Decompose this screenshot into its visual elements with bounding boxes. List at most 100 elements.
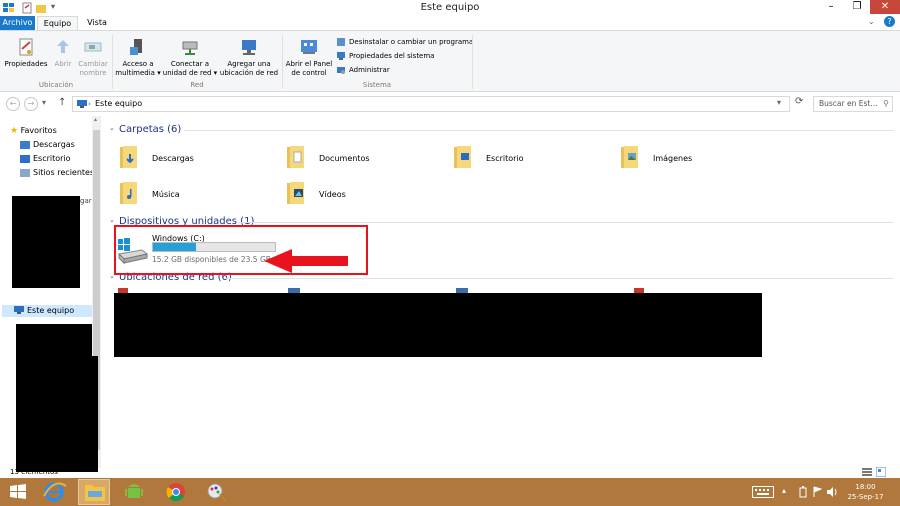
refresh-button[interactable]: ⟳ (795, 96, 803, 107)
folder-label: Documentos (319, 154, 370, 163)
clock[interactable]: 18:00 25-Sep-17 (838, 482, 893, 502)
window-title: Este equipo (420, 2, 480, 13)
file-explorer-taskbar-button[interactable] (78, 479, 110, 505)
internet-explorer-icon[interactable] (40, 480, 68, 504)
maximize-button[interactable]: ❐ (844, 0, 870, 14)
collapse-folders-icon[interactable]: ⌄ (109, 124, 115, 132)
tab-vista[interactable]: Vista (80, 16, 114, 30)
content-pane: ⌄ Carpetas (6) Descargas Documentos Escr… (104, 116, 900, 466)
cambiar-nombre-button[interactable]: Cambiar nombre (76, 37, 110, 78)
propiedades-sistema-button[interactable]: Propiedades del sistema (336, 51, 434, 61)
folder-imagenes[interactable]: Imágenes (619, 144, 779, 174)
propiedades-button[interactable]: Propiedades (4, 37, 48, 69)
paint-icon[interactable] (202, 480, 230, 504)
recent-locations-dropdown[interactable]: ▾ (42, 98, 46, 107)
propiedades-label: Propiedades (4, 60, 48, 68)
rename-icon (84, 42, 102, 52)
ribbon-separator (112, 35, 113, 89)
address-dropdown-icon[interactable]: ▾ (777, 98, 781, 107)
search-input[interactable]: Buscar en Est... ⚲ (813, 96, 893, 112)
up-button[interactable]: ↑ (58, 97, 66, 108)
folder-label: Vídeos (319, 190, 346, 199)
details-view-icon[interactable] (862, 467, 872, 477)
folder-musica[interactable]: Música (118, 180, 278, 210)
start-windows-icon[interactable] (4, 480, 32, 504)
help-icon[interactable]: ? (884, 16, 895, 27)
chrome-icon[interactable] (162, 480, 190, 504)
group-label-ubicacion: Ubicación (38, 81, 74, 89)
close-button[interactable]: ✕ (870, 0, 900, 14)
speaker-icon[interactable] (826, 486, 838, 498)
nav-este-equipo[interactable]: Este equipo (14, 306, 74, 316)
search-icon: ⚲ (883, 99, 889, 108)
android-icon[interactable] (120, 480, 148, 504)
red-arrow (264, 249, 348, 273)
folder-escritorio[interactable]: Escritorio (452, 144, 612, 174)
redacted-block (114, 293, 762, 357)
redacted-block (12, 196, 80, 288)
folder-documentos[interactable]: Documentos (285, 144, 445, 174)
acceso-label-2: multimedia ▾ (115, 69, 161, 77)
agregar-ubicacion-button[interactable]: Agregar una ubicación de red (218, 37, 280, 78)
panel-label-2: de control (291, 69, 327, 77)
folder-descargas[interactable]: Descargas (118, 144, 278, 174)
tab-equipo[interactable]: Equipo (37, 16, 78, 30)
search-placeholder: Buscar en Est... (819, 99, 878, 108)
control-panel-icon (301, 40, 317, 54)
abrir-button[interactable]: Abrir (52, 37, 74, 69)
scroll-up-icon[interactable]: ▴ (94, 116, 97, 123)
propiedades-sistema-label: Propiedades del sistema (349, 52, 435, 60)
breadcrumb-chevron-icon: › (88, 100, 91, 108)
clock-date: 25-Sep-17 (847, 493, 884, 501)
section-divider (224, 278, 894, 279)
flag-icon[interactable] (812, 486, 822, 498)
breadcrumb-este-equipo[interactable]: Este equipo (95, 99, 142, 108)
folder-label: Imágenes (653, 154, 693, 163)
folder-label: Descargas (152, 154, 194, 163)
acceso-multimedia-button[interactable]: Acceso a multimedia ▾ (114, 37, 162, 78)
uninstall-icon (337, 38, 345, 46)
file-explorer-icon (85, 485, 105, 501)
folder-label: Música (152, 190, 180, 199)
address-row: ← → ▾ ↑ › Este equipo ▾ ⟳ Buscar en Est.… (0, 93, 900, 115)
nav-sitios-recientes-label: Sitios recientes (33, 168, 95, 177)
group-label-sistema: Sistema (362, 81, 392, 89)
cambiar-label: Cambiar (78, 60, 108, 68)
documents-folder-icon (287, 146, 304, 168)
media-server-icon (130, 39, 142, 55)
forward-button[interactable]: → (24, 97, 38, 111)
conectar-unidad-button[interactable]: Conectar a unidad de red ▾ (162, 37, 218, 78)
nav-sitios-recientes[interactable]: Sitios recientes (20, 168, 94, 178)
group-label-red: Red (190, 81, 204, 89)
desktop-icon (20, 155, 30, 163)
folder-label: Escritorio (486, 154, 524, 163)
ribbon-separator (472, 35, 473, 89)
keyboard-icon[interactable] (752, 486, 774, 498)
show-hidden-icons-icon[interactable]: ▴ (782, 486, 786, 495)
music-folder-icon (120, 182, 137, 204)
nav-escritorio[interactable]: Escritorio (20, 154, 71, 164)
minimize-button[interactable]: – (818, 0, 844, 14)
tiles-view-icon[interactable] (876, 467, 886, 477)
panel-control-button[interactable]: Abrir el Panel de control (284, 37, 334, 78)
back-button[interactable]: ← (6, 97, 20, 111)
collapse-devices-icon[interactable]: ⌄ (109, 216, 115, 224)
nombre-label: nombre (79, 69, 107, 77)
nav-favoritos[interactable]: ★ Favoritos (10, 126, 57, 136)
ribbon-expand-icon[interactable]: ⌄ (868, 17, 875, 26)
folder-videos[interactable]: Vídeos (285, 180, 445, 210)
network-drive-icon (182, 41, 198, 55)
desinstalar-label: Desinstalar o cambiar un programa (349, 38, 474, 46)
star-icon: ★ (10, 126, 19, 136)
folders-header[interactable]: Carpetas (6) (119, 124, 181, 135)
administrar-button[interactable]: Administrar (336, 65, 390, 75)
acceso-label-1: Acceso a (122, 60, 154, 68)
tab-archivo[interactable]: Archivo (0, 16, 35, 30)
desinstalar-programa-button[interactable]: Desinstalar o cambiar un programa (336, 37, 473, 47)
system-properties-icon (337, 52, 345, 60)
status-bar: 13 elementos (0, 466, 900, 478)
desktop-folder-icon (454, 146, 471, 168)
battery-icon[interactable] (798, 486, 808, 498)
address-field[interactable]: › Este equipo (72, 96, 790, 112)
nav-descargas[interactable]: Descargas (20, 140, 75, 150)
